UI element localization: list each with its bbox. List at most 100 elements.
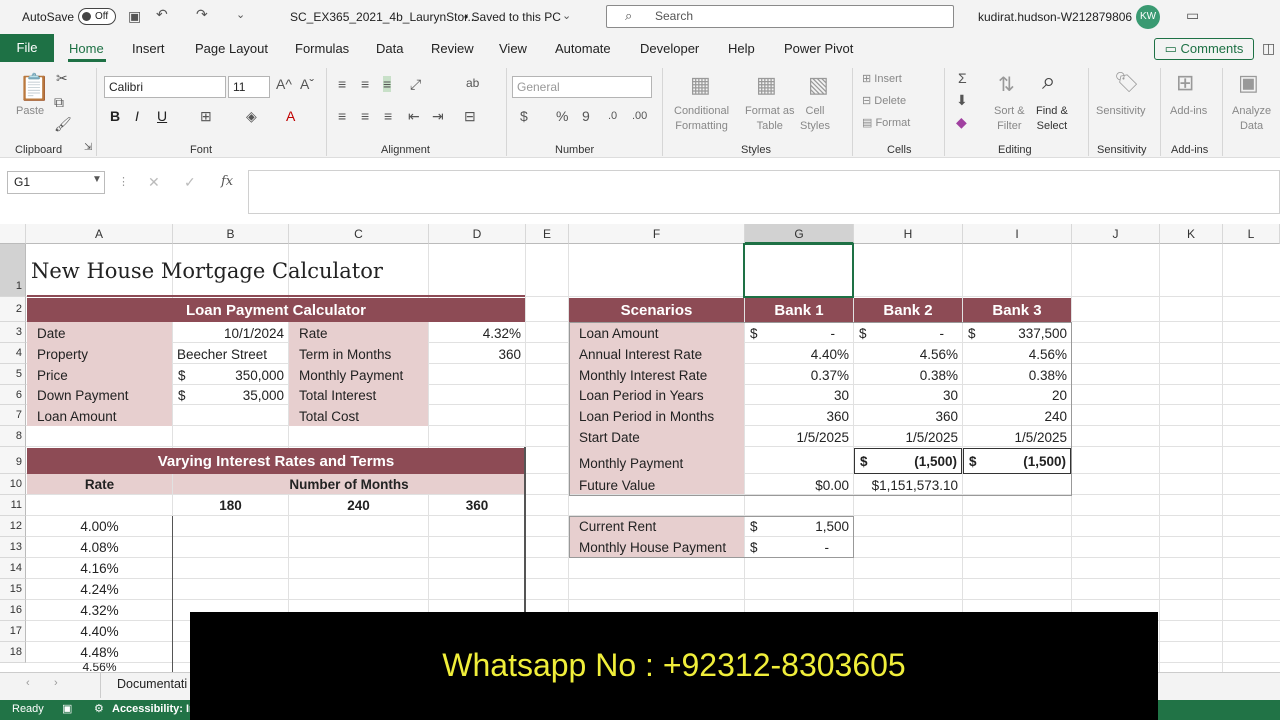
bank1-period-months[interactable]: 360 — [745, 406, 853, 426]
row-header[interactable]: 18 — [0, 642, 26, 663]
row-header[interactable]: 11 — [0, 495, 26, 516]
row-header[interactable]: 4 — [0, 343, 26, 364]
label-total-interest[interactable]: Total Interest — [295, 385, 428, 405]
bank3-header[interactable]: Bank 3 — [963, 298, 1071, 322]
customize-qat-icon[interactable]: ⌄ — [236, 8, 245, 21]
find-select-label[interactable]: Find & Select — [1036, 104, 1068, 134]
select-all-corner[interactable] — [0, 224, 26, 244]
row-header[interactable]: 5 — [0, 364, 26, 385]
column-header[interactable]: C — [289, 224, 429, 244]
bank2-future-value[interactable]: $1,151,573.10 — [854, 475, 962, 495]
label-loan-amount[interactable]: Loan Amount — [575, 323, 743, 343]
macro-record-icon[interactable]: ▣ — [62, 702, 72, 715]
label-period-months[interactable]: Loan Period in Months — [575, 406, 743, 426]
column-header[interactable]: I — [963, 224, 1072, 244]
bank3-loan-amount[interactable]: $337,500 — [963, 323, 1071, 343]
row-header[interactable]: 7 — [0, 405, 26, 426]
increase-font-icon[interactable]: A^ — [276, 76, 292, 92]
row-header[interactable]: 12 — [0, 516, 26, 537]
row-header[interactable]: 3 — [0, 322, 26, 343]
fill-icon[interactable]: ⬇ — [956, 92, 968, 109]
user-name[interactable]: kudirat.hudson-W212879806 — [978, 10, 1132, 24]
rate-cell[interactable]: 4.16% — [27, 558, 172, 578]
column-header[interactable]: L — [1223, 224, 1280, 244]
rate-cell[interactable]: 4.48% — [27, 642, 172, 662]
row-header-selected[interactable]: 1 — [0, 244, 26, 297]
rate-column-label[interactable]: Rate — [27, 474, 172, 494]
tab-automate[interactable]: Automate — [555, 41, 611, 56]
paste-label[interactable]: Paste — [16, 104, 44, 119]
bank3-annual-rate[interactable]: 4.56% — [963, 344, 1071, 364]
tab-data[interactable]: Data — [376, 41, 403, 56]
value-property[interactable]: Beecher Street — [173, 344, 288, 364]
decrease-indent-icon[interactable]: ⇤ — [408, 108, 420, 125]
bank1-monthly-rate[interactable]: 0.37% — [745, 365, 853, 385]
row-header[interactable]: 10 — [0, 474, 26, 495]
column-header[interactable]: J — [1072, 224, 1160, 244]
orientation-icon[interactable]: ⤢ — [410, 76, 421, 93]
row-header[interactable]: 9 — [0, 447, 26, 474]
tab-view[interactable]: View — [499, 41, 527, 56]
rate-cell-partial[interactable]: 4.56% — [27, 663, 172, 672]
saved-status[interactable]: • Saved to this PC — [464, 10, 561, 24]
bank1-start-date[interactable]: 1/5/2025 — [745, 427, 853, 447]
formula-input[interactable] — [248, 170, 1280, 214]
tab-help[interactable]: Help — [728, 41, 755, 56]
align-right-icon[interactable]: ≡ — [384, 108, 392, 124]
row-header[interactable]: 16 — [0, 600, 26, 621]
accessibility-icon[interactable]: ⚙ — [94, 702, 104, 715]
name-box[interactable]: G1 — [7, 171, 105, 194]
font-color-icon[interactable]: A — [286, 108, 295, 124]
term-180[interactable]: 180 — [173, 495, 288, 515]
value-rate[interactable]: 4.32% — [429, 323, 525, 343]
tab-file[interactable]: File — [0, 34, 54, 62]
value-down-payment[interactable]: $35,000 — [173, 385, 288, 405]
align-left-icon[interactable]: ≡ — [338, 108, 346, 124]
bank2-monthly-payment[interactable]: $ (1,500) — [854, 448, 962, 474]
label-property[interactable]: Property — [33, 344, 171, 364]
bank2-period-months[interactable]: 360 — [854, 406, 962, 426]
bank1-future-value[interactable]: $0.00 — [745, 475, 853, 495]
column-header[interactable]: E — [526, 224, 569, 244]
redo-icon[interactable]: ↷ — [196, 6, 208, 23]
accounting-format-button[interactable]: $ — [520, 108, 528, 124]
value-term[interactable]: 360 — [429, 344, 525, 364]
label-annual-rate[interactable]: Annual Interest Rate — [575, 344, 743, 364]
tab-developer[interactable]: Developer — [640, 41, 699, 56]
underline-button[interactable]: U — [157, 108, 167, 124]
tab-page-layout[interactable]: Page Layout — [195, 41, 268, 56]
wrap-text-icon[interactable]: ab — [466, 76, 479, 90]
column-header[interactable]: D — [429, 224, 526, 244]
next-sheet-icon[interactable]: › — [54, 677, 58, 689]
sheet-title[interactable]: New House Mortgage Calculator — [27, 250, 507, 292]
paste-icon[interactable]: 📋 — [18, 72, 50, 103]
bank2-header[interactable]: Bank 2 — [854, 298, 962, 322]
ribbon-display-icon[interactable]: ▭ — [1186, 7, 1199, 24]
share-icon[interactable]: ◫ — [1262, 40, 1275, 57]
selected-cell-g1[interactable] — [743, 243, 854, 298]
number-format-select[interactable]: General — [512, 76, 652, 98]
label-monthly-house-payment[interactable]: Monthly House Payment — [575, 537, 743, 557]
bank2-start-date[interactable]: 1/5/2025 — [854, 427, 962, 447]
value-monthly-house-payment[interactable]: $ - — [745, 537, 853, 557]
value-date[interactable]: 10/1/2024 — [173, 323, 288, 343]
tab-home[interactable]: Home — [69, 41, 104, 56]
row-header[interactable]: 15 — [0, 579, 26, 600]
rate-cell[interactable]: 4.40% — [27, 621, 172, 641]
align-middle-icon[interactable]: ≡ — [361, 76, 369, 92]
font-size-select[interactable]: 11 — [228, 76, 270, 98]
cut-icon[interactable]: ✂ — [56, 70, 68, 87]
cell-styles-icon[interactable]: ▧ — [808, 72, 829, 98]
addins-icon[interactable]: ⊞ — [1176, 70, 1194, 96]
label-period-years[interactable]: Loan Period in Years — [575, 385, 743, 405]
months-column-label[interactable]: Number of Months — [173, 474, 525, 494]
label-current-rent[interactable]: Current Rent — [575, 516, 743, 536]
find-select-icon[interactable]: ⌕ — [1042, 68, 1055, 96]
label-start-date[interactable]: Start Date — [575, 427, 743, 447]
insert-cells-button[interactable]: ⊞ Insert — [862, 72, 902, 87]
tab-power-pivot[interactable]: Power Pivot — [784, 41, 853, 56]
value-total-cost[interactable] — [429, 406, 525, 426]
avatar[interactable]: KW — [1136, 5, 1160, 29]
varying-rates-header[interactable]: Varying Interest Rates and Terms — [27, 448, 525, 474]
term-360[interactable]: 360 — [429, 495, 525, 515]
